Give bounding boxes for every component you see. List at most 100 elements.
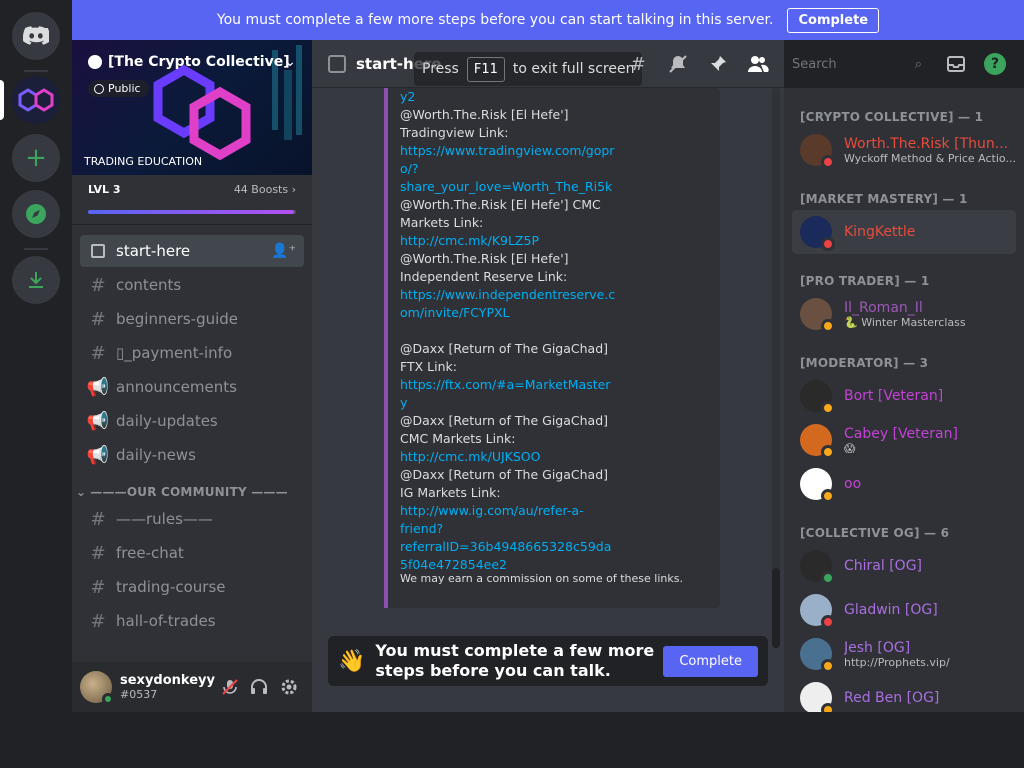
member-item[interactable]: Il_Roman_Il 🐍 Winter Masterclass xyxy=(792,292,1016,336)
message-link[interactable]: https://ftx.com/#a=MarketMaster xyxy=(400,376,610,394)
headphones-icon[interactable] xyxy=(245,671,275,703)
channel-item[interactable]: # contents xyxy=(80,269,304,301)
member-item[interactable]: Chiral [OG] xyxy=(792,544,1016,588)
avatar xyxy=(800,468,835,503)
boost-progress[interactable]: LVL 3 44 Boosts › xyxy=(72,175,312,225)
create-invite-icon[interactable]: 👤⁺ xyxy=(271,243,296,259)
message-link[interactable]: http://cmc.mk/UJKSOO xyxy=(400,448,610,466)
message-link[interactable]: om/invite/FCYPXL xyxy=(400,304,610,322)
channel-item[interactable]: # hall-of-trades xyxy=(80,605,304,637)
rail-separator xyxy=(24,70,48,72)
idle-status-icon xyxy=(821,401,835,415)
server-header[interactable]: [The Crypto Collective] ⌄ Public TRADING… xyxy=(72,40,312,175)
member-item[interactable]: Red Ben [OG] xyxy=(792,676,1016,712)
server-name[interactable]: [The Crypto Collective] xyxy=(88,54,290,70)
message-link[interactable]: friend? xyxy=(400,520,610,538)
message-link[interactable]: https://www.independentreserve.c xyxy=(400,286,615,304)
message-link[interactable]: y2 xyxy=(400,88,610,106)
server-icon-crypto-collective[interactable] xyxy=(12,76,60,124)
discord-home-icon[interactable] xyxy=(12,12,60,60)
help-icon[interactable]: ? xyxy=(984,53,1006,75)
add-server-icon[interactable]: + xyxy=(12,134,60,182)
member-name: Il_Roman_Il xyxy=(844,299,923,316)
member-status-text: 🐍 Winter Masterclass xyxy=(844,315,966,329)
role-header: [PRO TRADER] — 1 xyxy=(800,274,930,288)
chevron-down-icon[interactable]: ⌄ xyxy=(284,54,296,70)
member-status-text: 😱 xyxy=(844,441,856,455)
server-name-text: [The Crypto Collective] xyxy=(108,54,290,70)
discord-app: + You must complete a few more steps bef… xyxy=(0,0,1024,768)
message-line: Markets Link: xyxy=(400,215,484,230)
complete-button[interactable]: Complete xyxy=(663,645,758,677)
message-link[interactable]: share_your_love=Worth_The_Ri5k xyxy=(400,178,612,196)
channel-name: start-here xyxy=(116,242,191,260)
message-line: @Worth.The.Risk [El Hefe'] CMC xyxy=(400,197,601,212)
threads-icon[interactable]: # xyxy=(626,52,650,76)
rules-channel-icon xyxy=(328,54,346,73)
server-tagline: TRADING EDUCATION xyxy=(84,155,203,168)
dnd-status-icon xyxy=(821,237,835,251)
channel-sidebar: [The Crypto Collective] ⌄ Public TRADING… xyxy=(72,40,312,662)
member-name: Bort [Veteran] xyxy=(844,388,944,404)
channel-item[interactable]: start-here 👤⁺ xyxy=(80,235,304,267)
message-link[interactable]: https://www.tradingview.com/gopr xyxy=(400,142,614,160)
message-line: @Worth.The.Risk [El Hefe'] xyxy=(400,107,569,122)
settings-gear-icon[interactable] xyxy=(274,671,304,703)
member-item[interactable]: Worth.The.Risk [Thun... Wyckoff Method &… xyxy=(792,128,1016,172)
member-name: Worth.The.Risk [Thun... xyxy=(844,135,1009,152)
selected-server-pill xyxy=(0,80,4,120)
member-item[interactable]: Cabey [Veteran] 😱 xyxy=(792,418,1016,462)
channel-item[interactable]: 📢 daily-news xyxy=(80,439,304,471)
category-header[interactable]: ⌄ ———OUR COMMUNITY ——— xyxy=(76,485,312,499)
member-item[interactable]: Gladwin [OG] xyxy=(792,588,1016,632)
member-status-text: http://Prophets.vip/ xyxy=(844,655,950,669)
idle-status-icon xyxy=(821,703,835,712)
download-apps-icon[interactable] xyxy=(12,256,60,304)
channel-item[interactable]: # beginners-guide xyxy=(80,303,304,335)
channel-item[interactable]: # free-chat xyxy=(80,537,304,569)
complete-steps-text: You must complete a few more steps befor… xyxy=(375,641,655,680)
message-link[interactable]: http://cmc.mk/K9LZ5P xyxy=(400,232,610,250)
hash-icon: # xyxy=(90,542,106,564)
message-link[interactable]: referralID=36b4948665328c59da xyxy=(400,538,611,556)
member-item[interactable]: oo xyxy=(792,462,1016,506)
channel-item[interactable]: 📢 announcements xyxy=(80,371,304,403)
banner-complete-button[interactable]: Complete xyxy=(787,7,880,33)
channel-name: daily-news xyxy=(116,446,196,464)
channel-name: trading-course xyxy=(116,578,226,596)
message-link[interactable]: o/? xyxy=(400,160,610,178)
user-info[interactable]: sexydonkeyy #0537 xyxy=(120,673,215,701)
boost-count: 44 Boosts › xyxy=(233,183,296,196)
channel-name: hall-of-trades xyxy=(116,612,216,630)
search-input[interactable]: Search ⌕ xyxy=(786,52,928,76)
pin-icon[interactable] xyxy=(706,52,730,76)
channel-item[interactable]: # trading-course xyxy=(80,571,304,603)
globe-icon xyxy=(94,83,104,94)
explore-servers-icon[interactable] xyxy=(12,190,60,238)
channel-item[interactable]: # ——rules—— xyxy=(80,503,304,535)
channel-item[interactable]: # ▯_payment-info xyxy=(80,337,304,369)
message-link[interactable]: http://www.ig.com/au/refer-a- xyxy=(400,502,610,520)
message-link[interactable]: y xyxy=(400,394,610,412)
username: sexydonkeyy xyxy=(120,673,215,688)
message-line: @Daxx [Return of The GigaChad] xyxy=(400,341,609,356)
inbox-icon[interactable] xyxy=(944,52,968,76)
mute-microphone-icon[interactable] xyxy=(215,671,245,703)
avatar xyxy=(800,594,835,629)
embed-footer: We may earn a commission on some of thes… xyxy=(400,572,683,585)
avatar[interactable] xyxy=(80,671,114,705)
notification-bell-muted-icon[interactable] xyxy=(666,52,690,76)
member-item[interactable]: Jesh [OG] http://Prophets.vip/ xyxy=(792,632,1016,676)
chat-scrollbar[interactable] xyxy=(772,88,780,648)
avatar xyxy=(800,682,835,712)
member-list: [CRYPTO COLLECTIVE] — 1 Worth.The.Risk [… xyxy=(784,88,1024,712)
message-line: @Daxx [Return of The GigaChad] xyxy=(400,413,609,428)
message-line: Independent Reserve Link: xyxy=(400,269,568,284)
member-item[interactable]: KingKettle xyxy=(792,210,1016,254)
member-list-icon[interactable] xyxy=(746,52,770,76)
member-item[interactable]: Bort [Veteran] xyxy=(792,374,1016,418)
scrollbar-thumb[interactable] xyxy=(772,568,780,648)
channel-item[interactable]: 📢 daily-updates xyxy=(80,405,304,437)
embed-body: y2 @Worth.The.Risk [El Hefe'] Tradingview … xyxy=(400,88,615,574)
channel-name: announcements xyxy=(116,378,237,396)
